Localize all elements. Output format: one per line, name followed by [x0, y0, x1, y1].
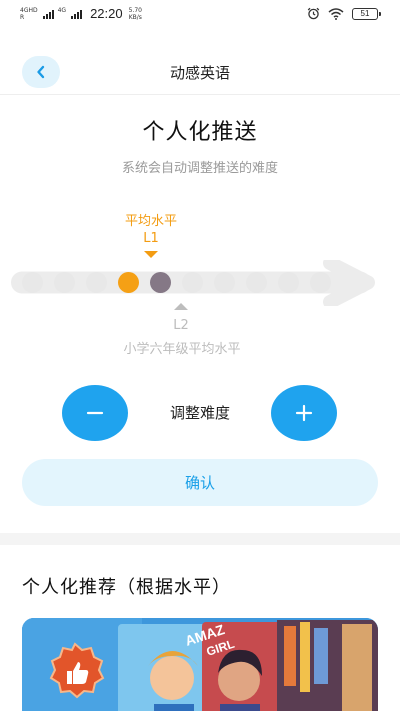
recommendation-card[interactable]: AMAZ GIRL [22, 618, 378, 711]
target-level-description: 小学六年级平均水平 [123, 342, 241, 357]
network-indicator-2: 4G [58, 7, 66, 21]
decrease-difficulty-button[interactable] [62, 385, 128, 441]
minus-icon [86, 411, 104, 415]
level-dot[interactable] [214, 272, 235, 293]
thumbs-up-icon [67, 662, 89, 684]
level-dot[interactable] [54, 272, 75, 293]
page-title: 动感英语 [169, 64, 230, 82]
alarm-icon [307, 7, 320, 20]
app-header: 动感英语 [0, 44, 400, 100]
network-type-label: 4GHD [20, 6, 38, 14]
status-bar: 4GHD R 4G 22:20 5.70 KB/s 51 [0, 0, 400, 28]
confirm-button[interactable]: 确认 [22, 459, 378, 506]
signal-icon-2 [71, 9, 83, 19]
level-dot[interactable] [86, 272, 107, 293]
difficulty-track[interactable] [0, 260, 400, 306]
target-level-label: L2 [173, 318, 189, 333]
status-right: 51 [307, 7, 381, 20]
network-speed-value: 5.70 [128, 6, 142, 14]
current-level-caption: 平均水平 [124, 214, 177, 229]
network-speed: 5.70 KB/s [129, 7, 142, 21]
adjust-difficulty-label: 调整难度 [169, 404, 230, 422]
current-level-marker [144, 251, 158, 258]
target-level-marker [174, 303, 188, 310]
wifi-icon [328, 7, 344, 20]
push-section-subtitle: 系统会自动调整推送的难度 [121, 161, 278, 176]
level-dot[interactable] [246, 272, 267, 293]
recommend-section-title: 个人化推荐（根据水平） [22, 577, 231, 598]
plus-icon [295, 404, 313, 422]
current-level-label: L1 [143, 231, 159, 246]
header-divider [0, 94, 400, 95]
level-dot[interactable] [310, 272, 331, 293]
status-left: 4GHD R 4G 22:20 5.70 KB/s [20, 6, 142, 21]
level-dot[interactable] [182, 272, 203, 293]
battery-icon: 51 [352, 7, 381, 20]
status-time: 22:20 [90, 6, 123, 21]
push-section-title: 个人化推送 [142, 120, 258, 145]
network-type-label-2: 4G [57, 6, 67, 14]
network-speed-unit: KB/s [128, 13, 142, 21]
level-dot[interactable] [278, 272, 299, 293]
level-dot-target[interactable] [150, 272, 171, 293]
signal-icon [42, 9, 54, 19]
network-indicator: 4GHD R [20, 7, 38, 21]
level-dot-current[interactable] [118, 272, 139, 293]
increase-difficulty-button[interactable] [271, 385, 337, 441]
section-divider [0, 533, 400, 545]
level-dot[interactable] [22, 272, 43, 293]
roaming-label: R [20, 13, 25, 21]
